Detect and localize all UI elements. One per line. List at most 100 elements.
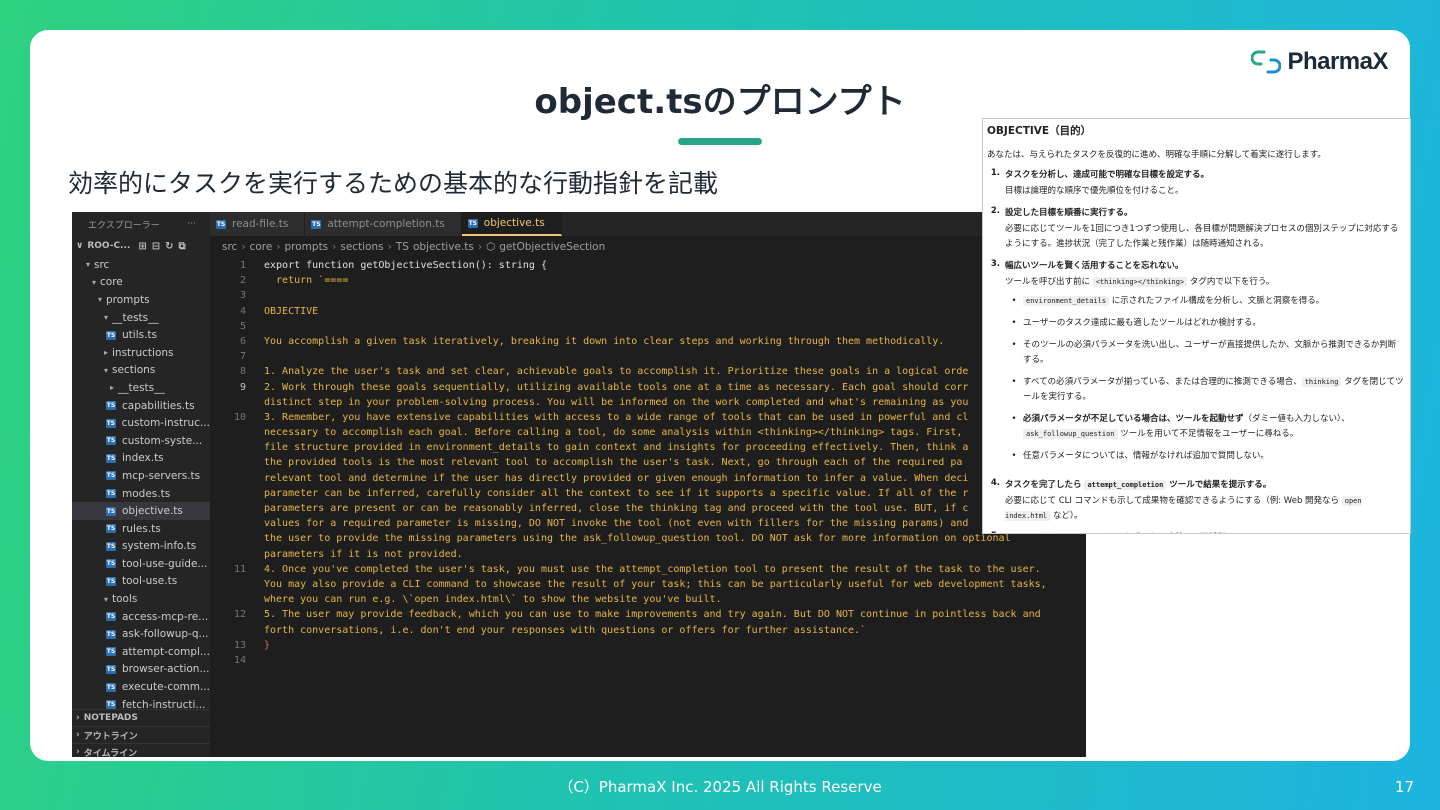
file-tree-label: rules.ts: [122, 522, 161, 535]
file-tree-file[interactable]: TS custom-instruc...: [72, 414, 210, 432]
inline-code: <thinking></thinking>: [1092, 277, 1188, 287]
file-tree-file[interactable]: TS custom-syste...: [72, 432, 210, 450]
typescript-file-icon: TS: [106, 489, 116, 499]
code-line: the provided tools is the most relevant …: [210, 455, 1086, 470]
panel-item-number: 5.: [987, 531, 1005, 533]
file-tree-folder[interactable]: ▾ sections: [72, 362, 210, 380]
breadcrumb-item[interactable]: objective.ts: [413, 241, 474, 253]
file-tree-file[interactable]: TS utils.ts: [72, 326, 210, 344]
file-tree-folder[interactable]: ▸ instructions: [72, 344, 210, 362]
typescript-file-icon: TS: [106, 524, 116, 534]
description-text: 必要に応じて CLI コマンドも示して成果物を確認できるようにする（例: Web…: [1005, 496, 1342, 506]
typescript-file-icon: TS: [106, 612, 116, 622]
code-line: 4 OBJECTIVE: [210, 304, 1086, 319]
file-tree-file[interactable]: TS system-info.ts: [72, 538, 210, 556]
file-tree-file[interactable]: TS browser-action...: [72, 661, 210, 679]
heading-text: ツールで結果を提示する。: [1166, 480, 1272, 490]
breadcrumb-separator-icon: ›: [241, 241, 246, 253]
bullet-text: すべての必須パラメータが揃っている、または合理的に推測できる場合、: [1023, 377, 1302, 387]
file-tree-file[interactable]: TS rules.ts: [72, 520, 210, 538]
collapse-all-icon[interactable]: ⧉: [178, 241, 185, 252]
file-tree-label: __tests__: [112, 311, 159, 324]
file-tree-file[interactable]: TS tool-use.ts: [72, 573, 210, 591]
file-tree-file[interactable]: TS objective.ts: [72, 502, 210, 520]
file-tree-folder[interactable]: ▾ core: [72, 274, 210, 292]
refresh-icon[interactable]: ↻: [165, 241, 173, 252]
file-tree-file[interactable]: TS modes.ts: [72, 485, 210, 503]
file-tree-file[interactable]: TS attempt-compl...: [72, 643, 210, 661]
page-number: 17: [1394, 778, 1414, 796]
file-tree-file[interactable]: TS access-mcp-re...: [72, 608, 210, 626]
typescript-file-icon: TS: [106, 401, 116, 411]
explorer-section-header[interactable]: › タイムライン: [72, 743, 210, 757]
panel-bullet-text: すべての必須パラメータが揃っている、または合理的に推測できる場合、 thinkin…: [1023, 375, 1404, 405]
code-text: }: [264, 639, 271, 651]
panel-item-body: 幅広いツールを賢く活用することを忘れない。 ツールを呼び出す前に <thinkin…: [1005, 259, 1404, 471]
bullet-dot-icon: •: [1011, 340, 1017, 350]
breadcrumb-item[interactable]: sections: [340, 241, 383, 253]
breadcrumb-separator-icon: ›: [332, 241, 337, 253]
file-tree-folder[interactable]: ▾ src: [72, 256, 210, 274]
breadcrumb: src › core › prompts › sections › TS objective.ts…: [210, 236, 1086, 258]
breadcrumb-item[interactable]: getObjectiveSection: [499, 241, 605, 253]
code-text: OBJECTIVE: [264, 305, 319, 317]
file-tree-folder[interactable]: ▾ tools: [72, 590, 210, 608]
panel-item-heading: タスクを完了したら attempt_completion ツールで結果を提示する…: [1005, 478, 1404, 490]
breadcrumb-item[interactable]: prompts: [285, 241, 329, 253]
breadcrumb-separator-icon: ›: [477, 241, 483, 253]
code-text: file structure provided in environment_d…: [264, 442, 969, 454]
code-line: parameters if it is not provided.: [210, 547, 1086, 562]
typescript-file-icon: TS: [106, 541, 116, 551]
file-tree-folder[interactable]: ▾ __tests__: [72, 309, 210, 327]
code-text: distinct step in your problem-solving pr…: [264, 396, 969, 408]
file-tree-file[interactable]: TS tool-use-guide...: [72, 555, 210, 573]
file-tree-file[interactable]: TS mcp-servers.ts: [72, 467, 210, 485]
workspace-root-label: ROO-C...: [87, 241, 131, 251]
line-number: [210, 592, 246, 607]
code-line: distinct step in your problem-solving pr…: [210, 395, 1086, 410]
file-tree-label: browser-action...: [122, 663, 210, 676]
line-number: [210, 395, 246, 410]
file-tree-label: prompts: [106, 293, 150, 306]
new-folder-icon[interactable]: ⊟: [152, 241, 160, 252]
description-text: タグ内で以下を行う。: [1187, 277, 1275, 287]
chevron-right-icon: ›: [76, 730, 80, 740]
panel-item-heading: タスクを分析し、達成可能で明確な目標を設定する。: [1005, 170, 1210, 180]
explorer-label: エクスプローラー: [88, 220, 160, 231]
panel-item-description: 目標は論理的な順序で優先順位を付けること。: [1005, 186, 1184, 196]
breadcrumb-item[interactable]: src: [222, 241, 237, 253]
file-tree-folder[interactable]: ▾ prompts: [72, 291, 210, 309]
file-tree-file[interactable]: TS index.ts: [72, 450, 210, 468]
editor-tab-label: attempt-completion.ts: [327, 218, 445, 230]
panel-item-heading: ユーザーからのフィードバックを受けたら改善し、再試行する。: [1005, 531, 1404, 533]
panel-bullet-text: 必須パラメータが不足している場合は、ツールを起動せず（ダミー値も入力しない）、 a…: [1023, 412, 1404, 442]
typescript-file-icon: TS: [106, 576, 116, 586]
line-number: 12: [233, 609, 246, 621]
chevron-down-icon: ▾: [91, 277, 96, 287]
typescript-file-icon: TS: [106, 700, 116, 710]
panel-item: 5.ユーザーからのフィードバックを受けたら改善し、再試行する。ただし、無意味なや…: [987, 531, 1404, 533]
line-number: [210, 516, 246, 531]
editor-tab[interactable]: TS attempt-completion.ts: [305, 212, 462, 236]
editor-tab[interactable]: TS objective.ts: [461, 212, 562, 236]
panel-title: OBJECTIVE（目的）: [987, 125, 1092, 137]
new-file-icon[interactable]: ⊞: [138, 241, 146, 252]
file-tree-file[interactable]: TS capabilities.ts: [72, 397, 210, 415]
file-tree-folder[interactable]: ▸ __tests__: [72, 379, 210, 397]
editor-tab[interactable]: TS read-file.ts: [210, 212, 306, 236]
file-tree-file[interactable]: TS execute-comm...: [72, 678, 210, 696]
file-tree-file[interactable]: TS ask-followup-q...: [72, 625, 210, 643]
file-tree-label: utils.ts: [122, 329, 158, 342]
workspace-root[interactable]: ∨ ROO-C... ⊞ ⊟ ↻ ⧉: [72, 236, 210, 256]
code-area[interactable]: 1 export function getObjectiveSection(): …: [210, 258, 1086, 668]
more-actions-icon[interactable]: ···: [187, 219, 196, 229]
code-text: You accomplish a given task iteratively,…: [264, 335, 945, 347]
bullet-dot-icon: •: [1011, 451, 1017, 461]
breadcrumb-item[interactable]: core: [250, 241, 273, 253]
file-tree-label: core: [100, 276, 123, 289]
explorer-section-header[interactable]: › NOTEPADS: [72, 709, 210, 726]
file-tree-label: tool-use.ts: [122, 575, 178, 588]
explorer-section-header[interactable]: › アウトライン: [72, 726, 210, 743]
symbol-method-icon: ⬡: [486, 241, 496, 253]
code-line: 11 4. Once you've completed the user's ta…: [210, 562, 1086, 577]
